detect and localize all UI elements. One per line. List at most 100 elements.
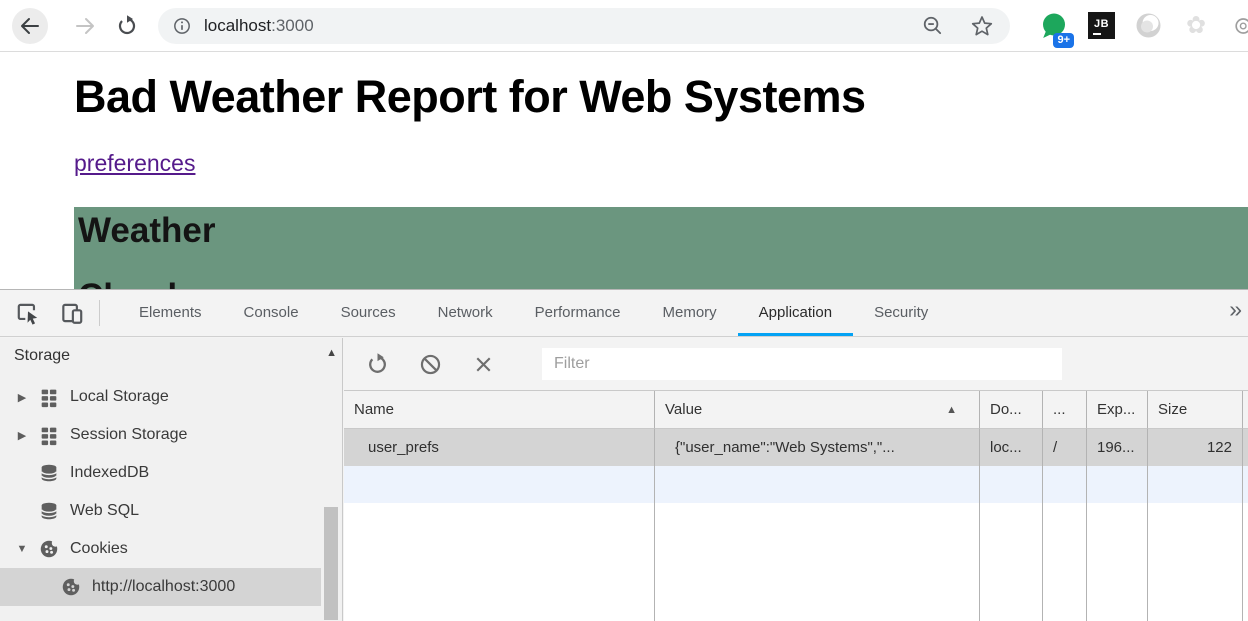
bookmark-star-icon[interactable]	[970, 14, 994, 38]
cookie-row-domain[interactable]: loc...	[980, 429, 1043, 466]
inspect-element-button[interactable]	[13, 298, 43, 328]
inspect-cursor-icon	[15, 300, 41, 326]
scrollbar-thumb[interactable]	[324, 507, 338, 620]
storage-sidebar: Storage ▶ Local Storage ▶	[0, 338, 343, 621]
sidebar-item-cookie-origin[interactable]: http://localhost:3000	[0, 568, 321, 606]
cookie-row-spacer	[1243, 429, 1248, 466]
page-content: Bad Weather Report for Web Systems prefe…	[0, 53, 1248, 289]
page-title: Bad Weather Report for Web Systems	[74, 71, 866, 123]
cookies-toolbar	[344, 338, 1248, 391]
table-filler-cell	[344, 503, 655, 621]
table-filler-cell	[1087, 503, 1148, 621]
ring-extension-icon[interactable]	[1225, 12, 1248, 40]
tab-network[interactable]: Network	[417, 290, 514, 336]
sidebar-item-cookies[interactable]: ▼ Cookies	[0, 530, 321, 568]
filter-input[interactable]	[542, 348, 1062, 380]
sidebar-item-local-storage[interactable]: ▶ Local Storage	[0, 378, 321, 416]
table-filler-cell	[1243, 503, 1248, 621]
expander-collapsed-icon[interactable]: ▶	[14, 391, 30, 404]
empty-row-cell	[1243, 466, 1248, 503]
tab-performance[interactable]: Performance	[514, 290, 642, 336]
column-header-name[interactable]: Name	[344, 391, 655, 429]
weather-section: Weather Cloudy	[74, 207, 1248, 289]
column-header-size[interactable]: Size	[1148, 391, 1243, 429]
tab-memory[interactable]: Memory	[642, 290, 738, 336]
browser-window: localhost:3000 9+ JB	[0, 0, 1248, 621]
column-header-domain[interactable]: Do...	[980, 391, 1043, 429]
device-toolbar-button[interactable]	[57, 298, 87, 328]
column-header-path[interactable]: ...	[1043, 391, 1087, 429]
empty-row-cell	[1043, 466, 1087, 503]
arrow-left-icon	[18, 14, 42, 38]
url-host: localhost	[204, 16, 271, 35]
column-header-expires[interactable]: Exp...	[1087, 391, 1148, 429]
sidebar-item-indexeddb[interactable]: IndexedDB	[0, 454, 321, 492]
column-header-value[interactable]: Value ▲	[655, 391, 980, 429]
database-icon	[38, 500, 60, 522]
refresh-button[interactable]	[364, 351, 390, 377]
sidebar-item-web-sql[interactable]: Web SQL	[0, 492, 321, 530]
tab-security[interactable]: Security	[853, 290, 949, 336]
sidebar-header: Storage	[0, 338, 342, 365]
tab-console[interactable]: Console	[223, 290, 320, 336]
datagrid-icon	[38, 424, 60, 446]
scrollbar-up-icon[interactable]: ▲	[326, 347, 337, 359]
jetbrains-extension-icon[interactable]: JB	[1088, 12, 1115, 39]
sidebar-item-session-storage[interactable]: ▶ Session Storage	[0, 416, 321, 454]
tab-sources[interactable]: Sources	[320, 290, 417, 336]
table-filler-cell	[980, 503, 1043, 621]
cookie-row-size[interactable]: 122	[1148, 429, 1243, 466]
arrow-right-icon	[73, 14, 97, 38]
sort-ascending-icon: ▲	[946, 404, 957, 416]
hangouts-extension-icon[interactable]: 9+	[1040, 12, 1068, 40]
table-filler-cell	[1043, 503, 1087, 621]
table-filler-cell	[1148, 503, 1243, 621]
refresh-icon	[365, 352, 390, 377]
cookie-row-value[interactable]: {"user_name":"Web Systems","...	[655, 429, 980, 466]
empty-row-cell	[1087, 466, 1148, 503]
empty-row-cell	[344, 466, 655, 503]
expander-expanded-icon[interactable]: ▼	[14, 543, 30, 555]
weather-condition: Cloudy	[78, 277, 1248, 289]
database-icon	[38, 462, 60, 484]
block-icon	[418, 352, 443, 377]
cookie-row-name[interactable]: user_prefs	[344, 429, 655, 466]
datagrid-icon	[38, 386, 60, 408]
cookie-row-expires[interactable]: 196...	[1087, 429, 1148, 466]
url-text[interactable]: localhost:3000	[204, 16, 314, 36]
delete-selected-button[interactable]	[470, 351, 496, 377]
more-tabs-chevron[interactable]: »	[1229, 296, 1242, 323]
x-icon	[472, 353, 495, 376]
reload-button[interactable]	[109, 8, 145, 44]
weather-heading: Weather	[78, 211, 1248, 251]
empty-row-cell	[980, 466, 1043, 503]
clear-all-button[interactable]	[417, 351, 443, 377]
url-port: :3000	[271, 16, 314, 35]
browser-toolbar: localhost:3000 9+ JB	[0, 0, 1248, 52]
flower-extension-icon[interactable]: ✿	[1183, 13, 1209, 39]
tab-application[interactable]: Application	[738, 290, 853, 336]
preferences-link[interactable]: preferences	[74, 150, 195, 177]
expander-collapsed-icon[interactable]: ▶	[14, 429, 30, 442]
page-info-icon[interactable]	[172, 16, 192, 36]
column-header-spacer	[1243, 391, 1248, 429]
cookie-row-path[interactable]: /	[1043, 429, 1087, 466]
swirl-extension-icon[interactable]	[1135, 12, 1162, 39]
jetbrains-underscore	[1093, 33, 1101, 36]
forward-button[interactable]	[67, 8, 103, 44]
devtools-panel: Elements Console Sources Network Perform…	[0, 289, 1248, 621]
zoom-out-icon[interactable]	[921, 14, 944, 37]
table-filler-cell	[655, 503, 980, 621]
devtools-tabs: Elements Console Sources Network Perform…	[118, 290, 949, 336]
notification-badge: 9+	[1053, 33, 1074, 48]
device-phone-tablet-icon	[59, 300, 85, 326]
tab-elements[interactable]: Elements	[118, 290, 223, 336]
back-button[interactable]	[12, 8, 48, 44]
devtools-tabbar: Elements Console Sources Network Perform…	[0, 290, 1248, 337]
cookies-panel: Name Value ▲ Do... ... Exp... Size user_…	[344, 338, 1248, 621]
devtools-body: Storage ▶ Local Storage ▶	[0, 338, 1248, 621]
address-bar[interactable]: localhost:3000	[158, 8, 1010, 44]
empty-row-cell	[655, 466, 980, 503]
cookie-icon	[38, 538, 60, 560]
jetbrains-label: JB	[1094, 19, 1109, 30]
